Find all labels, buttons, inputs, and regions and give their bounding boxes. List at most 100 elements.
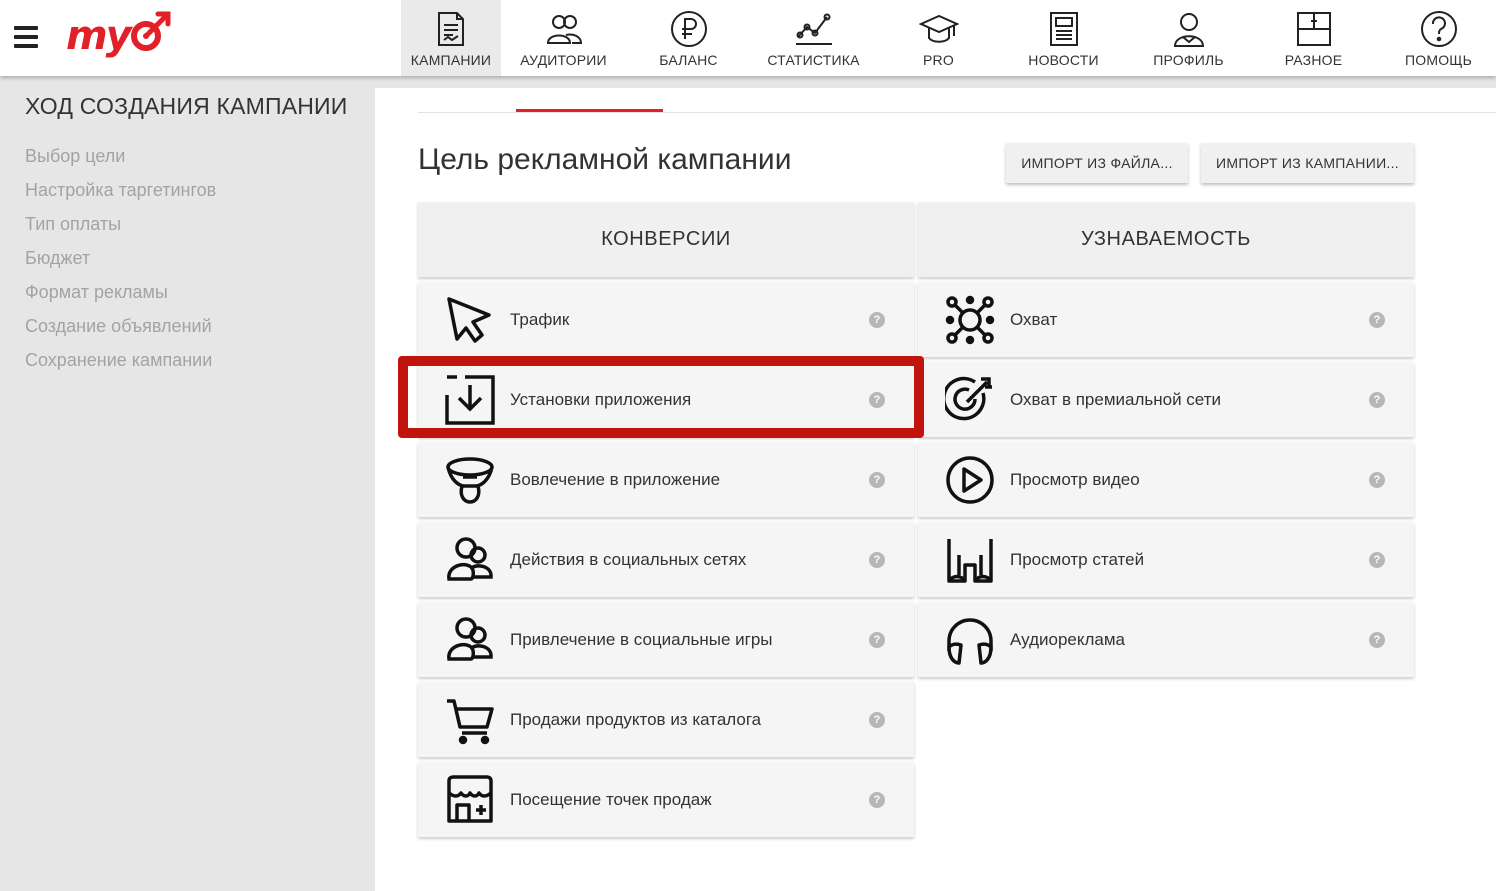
help-icon[interactable]: ? [869, 472, 885, 488]
nav-statistics[interactable]: СТАТИСТИКА [751, 0, 876, 76]
progress-steps: Выбор цели Настройка таргетингов Тип опл… [25, 146, 216, 384]
help-icon[interactable]: ? [869, 792, 885, 808]
goal-label: Посещение точек продаж [510, 790, 712, 809]
play-icon [945, 455, 995, 505]
goal-social-games[interactable]: Привлечение в социальные игры ? [418, 602, 914, 677]
nav-profile[interactable]: ПРОФИЛЬ [1126, 0, 1251, 76]
help-icon[interactable]: ? [869, 552, 885, 568]
step-payment-type[interactable]: Тип оплаты [25, 214, 216, 248]
nav-label: АУДИТОРИИ [520, 52, 607, 68]
step-targeting[interactable]: Настройка таргетингов [25, 180, 216, 214]
download-icon [445, 375, 495, 425]
awareness-column: УЗНАВАЕМОСТЬ Охват ? Охват в премиальной… [918, 202, 1414, 682]
nav-label: БАЛАНС [659, 52, 718, 68]
goal-app-installs[interactable]: Установки приложения ? [418, 362, 914, 437]
news-icon [1049, 12, 1078, 46]
goal-reach[interactable]: Охват ? [918, 282, 1414, 357]
nav-label: ПОМОЩЬ [1404, 52, 1473, 68]
help-icon[interactable]: ? [1369, 632, 1385, 648]
main-nav: КАМПАНИИ АУДИТОРИИ БАЛАНС СТАТИСТИКА PRO… [401, 0, 1496, 76]
ruble-icon [670, 11, 707, 47]
help-icon[interactable]: ? [1369, 552, 1385, 568]
sidebar-title: ХОД СОЗДАНИЯ КАМПАНИИ [25, 93, 348, 119]
step-ad-format[interactable]: Формат рекламы [25, 282, 216, 316]
social-games-icon [445, 615, 495, 665]
conversions-heading[interactable]: КОНВЕРСИИ [418, 202, 914, 277]
misc-icon [1296, 12, 1331, 46]
goal-label: Охват в премиальной сети [1010, 390, 1221, 409]
headphones-icon [945, 615, 995, 665]
goal-app-engagement[interactable]: Вовлечение в приложение ? [418, 442, 914, 517]
help-icon [1420, 11, 1457, 47]
nav-label: НОВОСТИ [1028, 52, 1099, 68]
goal-label: Охват [1010, 310, 1058, 329]
help-icon[interactable]: ? [1369, 392, 1385, 408]
help-icon[interactable]: ? [869, 392, 885, 408]
nav-label: ПРОФИЛЬ [1153, 52, 1224, 68]
step-create-ads[interactable]: Создание объявлений [25, 316, 216, 350]
nav-misc[interactable]: РАЗНОЕ [1251, 0, 1376, 76]
funnel-icon [445, 455, 495, 505]
tab-divider [418, 112, 1496, 113]
goal-label: Установки приложения [510, 390, 692, 409]
help-icon[interactable]: ? [869, 632, 885, 648]
audiences-icon [546, 15, 582, 44]
goal-label: Вовлечение в приложение [510, 470, 721, 489]
goal-label: Аудиореклама [1010, 630, 1126, 649]
cart-icon [445, 695, 495, 745]
help-icon[interactable]: ? [1369, 472, 1385, 488]
help-icon[interactable]: ? [869, 312, 885, 328]
logo-text: my [66, 13, 132, 59]
conversions-column: КОНВЕРСИИ Трафик ? Установки приложения … [418, 202, 914, 842]
nav-news[interactable]: НОВОСТИ [1001, 0, 1126, 76]
glasses-icon [945, 535, 995, 585]
logo-target-icon [131, 11, 171, 51]
menu-icon[interactable] [14, 26, 38, 48]
logo[interactable]: my [66, 8, 174, 70]
help-icon[interactable]: ? [869, 712, 885, 728]
nav-pro[interactable]: PRO [876, 0, 1001, 76]
goal-social-actions[interactable]: Действия в социальных сетях ? [418, 522, 914, 597]
nav-label: СТАТИСТИКА [767, 52, 860, 68]
import-from-campaign-button[interactable]: ИМПОРТ ИЗ КАМПАНИИ... [1201, 143, 1414, 183]
goal-label: Привлечение в социальные игры [510, 630, 773, 649]
nav-label: РАЗНОЕ [1284, 52, 1343, 68]
statistics-icon [795, 13, 832, 45]
step-save-campaign[interactable]: Сохранение кампании [25, 350, 216, 384]
cursor-icon [445, 295, 495, 345]
profile-icon [1173, 13, 1204, 47]
help-icon[interactable]: ? [1369, 312, 1385, 328]
graduation-cap-icon [918, 14, 959, 43]
goal-catalog-sales[interactable]: Продажи продуктов из каталога ? [418, 682, 914, 757]
campaign-progress-sidebar: ХОД СОЗДАНИЯ КАМПАНИИ Выбор цели Настрой… [0, 76, 374, 891]
goal-article-views[interactable]: Просмотр статей ? [918, 522, 1414, 597]
nav-audiences[interactable]: АУДИТОРИИ [501, 0, 626, 76]
step-goal[interactable]: Выбор цели [25, 146, 216, 180]
nav-balance[interactable]: БАЛАНС [626, 0, 751, 76]
goal-traffic[interactable]: Трафик ? [418, 282, 914, 357]
store-icon [445, 775, 495, 825]
goal-video-views[interactable]: Просмотр видео ? [918, 442, 1414, 517]
nav-label: КАМПАНИИ [410, 52, 492, 68]
goal-audio-ads[interactable]: Аудиореклама ? [918, 602, 1414, 677]
reach-icon [945, 295, 995, 345]
top-bar: my КАМПАНИИ АУДИТОРИИ БАЛАНС СТАТИСТИКА … [0, 0, 1496, 76]
nav-campaigns[interactable]: КАМПАНИИ [401, 0, 501, 76]
active-tab-indicator [516, 109, 663, 112]
goal-label: Трафик [510, 310, 570, 329]
import-from-file-button[interactable]: ИМПОРТ ИЗ ФАЙЛА... [1006, 143, 1188, 183]
campaigns-icon [438, 12, 464, 46]
goal-label: Просмотр статей [1010, 550, 1145, 569]
goal-label: Продажи продуктов из каталога [510, 710, 762, 729]
goal-label: Действия в социальных сетях [510, 550, 747, 569]
target-icon [942, 375, 995, 425]
nav-label: PRO [923, 52, 954, 68]
main-panel: Цель рекламной кампании ИМПОРТ ИЗ ФАЙЛА.… [375, 88, 1496, 891]
goal-premium-reach[interactable]: Охват в премиальной сети ? [918, 362, 1414, 437]
goal-store-visits[interactable]: Посещение точек продаж ? [418, 762, 914, 837]
social-people-icon [445, 535, 495, 585]
nav-help[interactable]: ПОМОЩЬ [1376, 0, 1496, 76]
step-budget[interactable]: Бюджет [25, 248, 216, 282]
goal-label: Просмотр видео [1010, 470, 1140, 489]
awareness-heading[interactable]: УЗНАВАЕМОСТЬ [918, 202, 1414, 277]
